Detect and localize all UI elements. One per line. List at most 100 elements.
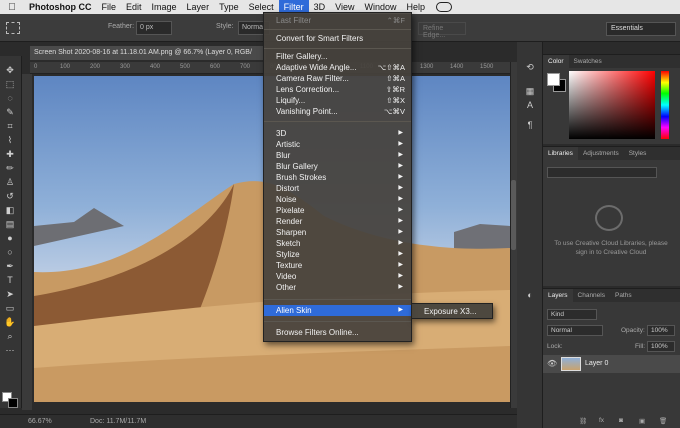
more-tools-icon[interactable]: ⋯ <box>3 344 17 356</box>
link-layers-icon[interactable]: ⛓ <box>579 417 587 425</box>
document-tab[interactable]: Screen Shot 2020-08-16 at 11.18.01 AM.pn… <box>30 46 266 60</box>
history-brush-icon[interactable]: ↺ <box>3 190 17 202</box>
menu-item-artistic[interactable]: Artistic ▶ <box>264 139 411 150</box>
menu-edit[interactable]: Edit <box>121 0 147 14</box>
library-select[interactable] <box>547 167 657 178</box>
pen-icon[interactable]: ✒ <box>3 260 17 272</box>
menu-item-label: Filter Gallery... <box>276 52 328 61</box>
trash-icon[interactable]: 🗑 <box>659 417 667 425</box>
quick-select-icon[interactable]: ✎ <box>3 106 17 118</box>
submenu-arrow-icon: ▶ <box>398 207 403 213</box>
menu-item-noise[interactable]: Noise ▶ <box>264 194 411 205</box>
history-icon[interactable]: ⟲ <box>523 62 537 74</box>
tab-channels[interactable]: Channels <box>573 289 610 302</box>
creative-cloud-icon[interactable] <box>436 2 452 12</box>
tab-swatches[interactable]: Swatches <box>569 55 607 68</box>
menu-item-label: Noise <box>276 195 297 204</box>
menu-file[interactable]: File <box>97 0 122 14</box>
opacity-input[interactable]: 100% <box>647 325 675 336</box>
menu-item-last-filter[interactable]: Last Filter ⌃⌘F <box>264 15 411 26</box>
ruler-tick: 600 <box>210 64 221 70</box>
layer-name[interactable]: Layer 0 <box>585 360 608 367</box>
feather-input[interactable]: 0 px <box>136 21 172 35</box>
tab-libraries[interactable]: Libraries <box>543 147 578 160</box>
libraries-panel: Libraries Adjustments Styles To use Crea… <box>543 146 680 286</box>
shape-icon[interactable]: ▭ <box>3 302 17 314</box>
workspace-select[interactable]: Essentials <box>606 22 676 36</box>
menu-layer[interactable]: Layer <box>182 0 215 14</box>
menu-item-alien-skin[interactable]: Alien Skin ▶ <box>264 305 411 316</box>
brush-icon[interactable]: ✏ <box>3 162 17 174</box>
properties-icon[interactable]: ▦ <box>523 86 537 98</box>
menu-item-liquify[interactable]: Liquify... ⇧⌘X <box>264 95 411 106</box>
type-icon[interactable]: T <box>3 274 17 286</box>
menu-item-render[interactable]: Render ▶ <box>264 216 411 227</box>
fx-icon[interactable]: fx <box>599 417 604 424</box>
menu-item-pixelate[interactable]: Pixelate ▶ <box>264 205 411 216</box>
hand-icon[interactable]: ✋ <box>3 316 17 328</box>
menu-item-browse-filters-online[interactable]: Browse Filters Online... <box>264 327 411 338</box>
crop-icon[interactable]: ⌗ <box>3 120 17 132</box>
menu-item-sketch[interactable]: Sketch ▶ <box>264 238 411 249</box>
menu-item-blur-gallery[interactable]: Blur Gallery ▶ <box>264 161 411 172</box>
gradient-icon[interactable]: ▤ <box>3 218 17 230</box>
eyedropper-icon[interactable]: ⌇ <box>3 134 17 146</box>
tab-layers[interactable]: Layers <box>543 289 573 302</box>
doc-size-info: Doc: 11.7M/11.7M <box>90 418 147 425</box>
ruler-tick: 500 <box>180 64 191 70</box>
lasso-icon[interactable]: ◌ <box>3 92 17 104</box>
tab-styles[interactable]: Styles <box>624 147 652 160</box>
menu-item-distort[interactable]: Distort ▶ <box>264 183 411 194</box>
move-icon[interactable]: ✥ <box>3 64 17 76</box>
hue-slider[interactable] <box>661 71 669 139</box>
menu-item-texture[interactable]: Texture ▶ <box>264 260 411 271</box>
menu-item-other[interactable]: Other ▶ <box>264 282 411 293</box>
dodge-icon[interactable]: ○ <box>3 246 17 258</box>
scrollbar-thumb[interactable] <box>511 180 516 250</box>
menu-item-sharpen[interactable]: Sharpen ▶ <box>264 227 411 238</box>
apple-icon[interactable]:  <box>0 2 24 13</box>
paragraph-icon[interactable]: ¶ <box>523 120 537 132</box>
path-select-icon[interactable]: ➤ <box>3 288 17 300</box>
menu-item-vanishing-point[interactable]: Vanishing Point... ⌥⌘V <box>264 106 411 117</box>
menu-item-stylize[interactable]: Stylize ▶ <box>264 249 411 260</box>
menu-item-camera-raw[interactable]: Camera Raw Filter... ⇧⌘A <box>264 73 411 84</box>
menu-item-video[interactable]: Video ▶ <box>264 271 411 282</box>
eraser-icon[interactable]: ◧ <box>3 204 17 216</box>
zoom-icon[interactable]: ⌕ <box>3 330 17 342</box>
color-field[interactable] <box>569 71 655 139</box>
eye-icon[interactable]: 👁 <box>547 359 557 368</box>
menu-item-brush-strokes[interactable]: Brush Strokes ▶ <box>264 172 411 183</box>
menu-item-adaptive-wide-angle[interactable]: Adaptive Wide Angle... ⌥⇧⌘A <box>264 62 411 73</box>
menu-app[interactable]: Photoshop CC <box>24 0 97 14</box>
menu-image[interactable]: Image <box>147 0 182 14</box>
refine-edge-button[interactable]: Refine Edge... <box>418 22 466 39</box>
menu-item-filter-gallery[interactable]: Filter Gallery... <box>264 51 411 62</box>
layer-row[interactable]: 👁 Layer 0 <box>543 355 680 373</box>
rect-marquee-icon[interactable]: ⬚ <box>3 78 17 90</box>
menu-item-exposure-x3[interactable]: Exposure X3... <box>424 307 476 316</box>
menu-item-convert-smart-filters[interactable]: Convert for Smart Filters <box>264 33 411 44</box>
glyphs-icon[interactable]: ◐ <box>523 290 537 302</box>
blend-mode-select[interactable]: Normal <box>547 325 603 336</box>
menu-item-lens-correction[interactable]: Lens Correction... ⇧⌘R <box>264 84 411 95</box>
tab-paths[interactable]: Paths <box>610 289 637 302</box>
mask-icon[interactable]: ◙ <box>619 417 623 424</box>
menu-type[interactable]: Type <box>214 0 244 14</box>
tab-adjustments[interactable]: Adjustments <box>578 147 624 160</box>
foreground-swatch[interactable] <box>547 73 560 86</box>
menu-item-3d[interactable]: 3D ▶ <box>264 128 411 139</box>
marquee-icon[interactable] <box>6 22 20 34</box>
blur-icon[interactable]: ● <box>3 232 17 244</box>
new-layer-icon[interactable]: ▣ <box>639 417 645 425</box>
zoom-level[interactable]: 66.67% <box>28 418 52 425</box>
background-color[interactable] <box>8 398 18 408</box>
healing-icon[interactable]: ✚ <box>3 148 17 160</box>
stamp-icon[interactable]: ♙ <box>3 176 17 188</box>
menu-item-blur[interactable]: Blur ▶ <box>264 150 411 161</box>
fill-input[interactable]: 100% <box>647 341 675 352</box>
character-icon[interactable]: A <box>523 100 537 112</box>
layer-filter-kind[interactable]: Kind <box>547 309 597 320</box>
tab-color[interactable]: Color <box>543 55 569 68</box>
menu-item-shortcut: ⌃⌘F <box>386 16 405 25</box>
